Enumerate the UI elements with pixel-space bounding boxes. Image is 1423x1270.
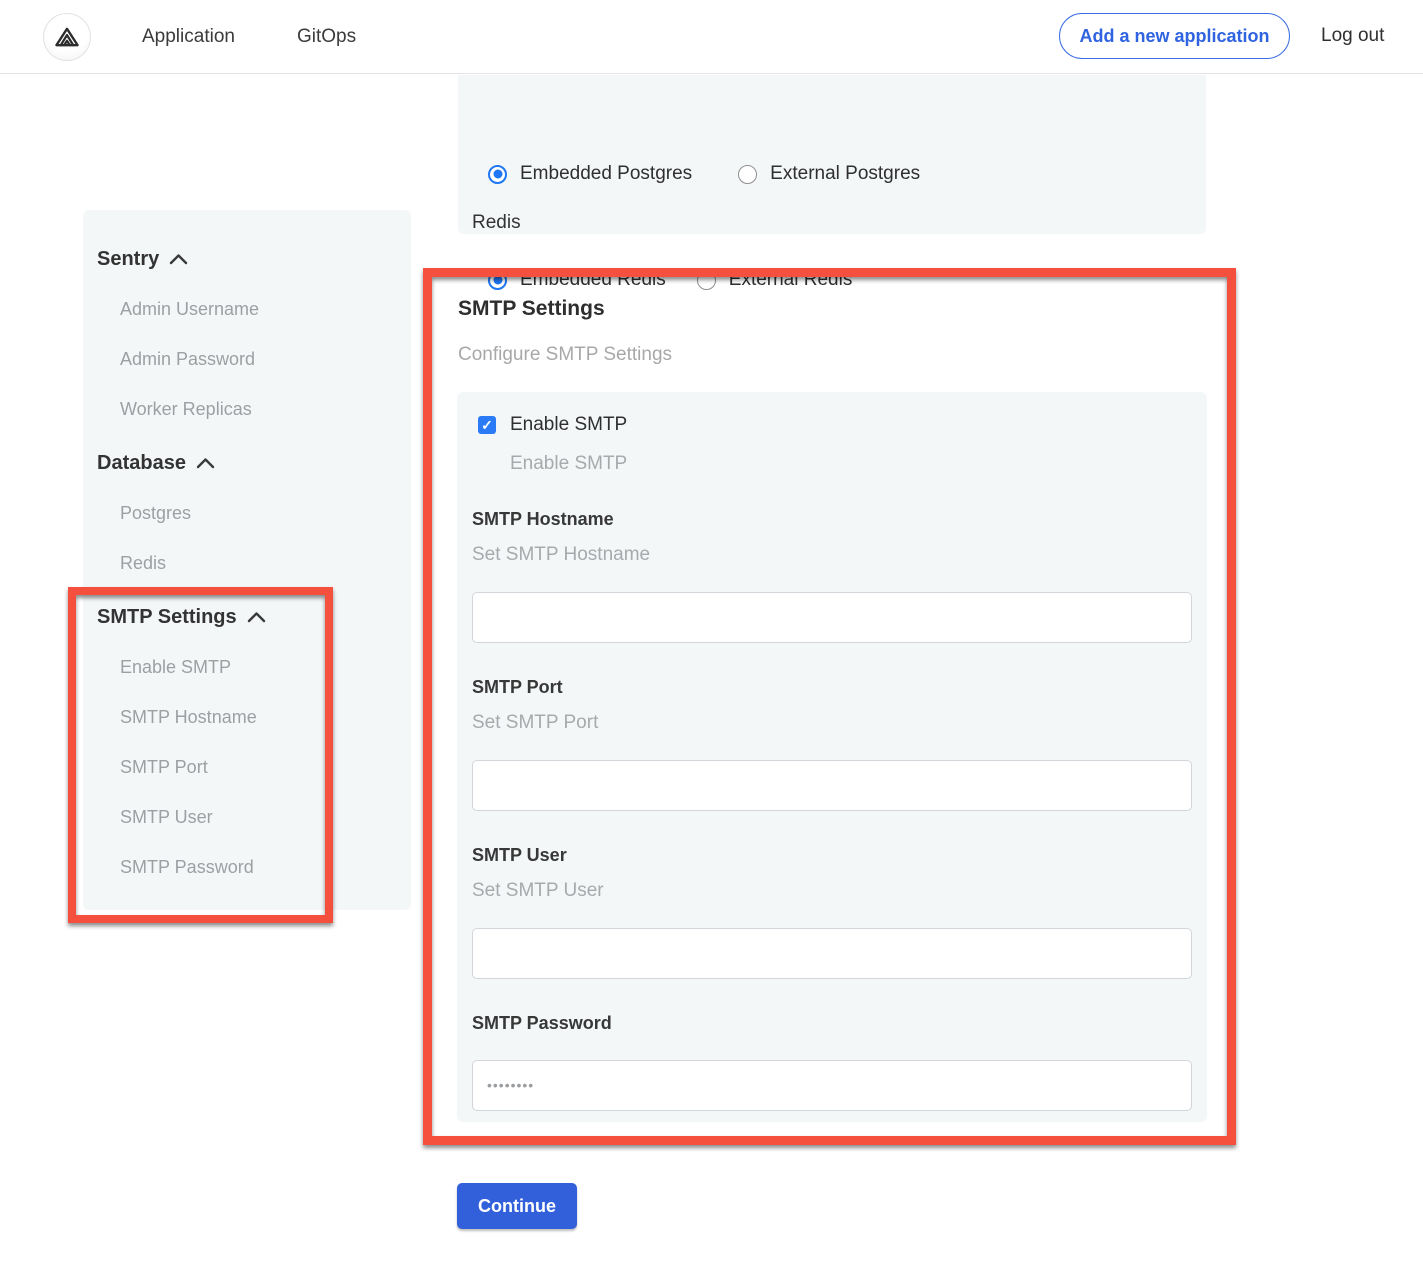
smtp-port-label: SMTP Port: [472, 677, 1192, 698]
sidebar-item-smtp-user[interactable]: SMTP User: [83, 792, 411, 842]
database-config-section: Embedded Postgres External Postgres Redi…: [458, 75, 1206, 234]
continue-button[interactable]: Continue: [457, 1183, 577, 1229]
embedded-redis-label[interactable]: Embedded Redis: [520, 269, 666, 291]
checkmark-icon: ✓: [481, 418, 493, 432]
smtp-user-help-text: Set SMTP User: [472, 880, 1192, 902]
config-sidebar: Sentry Admin Username Admin Password Wor…: [83, 210, 411, 910]
sidebar-group-database-label: Database: [97, 452, 186, 475]
sidebar-item-worker-replicas[interactable]: Worker Replicas: [83, 384, 411, 434]
smtp-user-label: SMTP User: [472, 845, 1192, 866]
page-canvas: Application GitOps Add a new application…: [0, 0, 1423, 1270]
sidebar-item-smtp-password[interactable]: SMTP Password: [83, 842, 411, 892]
sidebar-item-smtp-hostname[interactable]: SMTP Hostname: [83, 692, 411, 742]
smtp-form-panel: ✓ Enable SMTP Enable SMTP SMTP Hostname …: [457, 392, 1207, 1122]
smtp-port-field: SMTP Port Set SMTP Port: [472, 677, 1192, 811]
smtp-password-input[interactable]: [472, 1060, 1192, 1111]
smtp-section-title: SMTP Settings: [458, 297, 605, 321]
enable-smtp-checkbox-row: ✓ Enable SMTP: [478, 414, 1192, 436]
smtp-hostname-input[interactable]: [472, 592, 1192, 643]
smtp-port-help-text: Set SMTP Port: [472, 712, 1192, 734]
sidebar-item-postgres[interactable]: Postgres: [83, 488, 411, 538]
nav-item-application[interactable]: Application: [142, 26, 235, 48]
sidebar-item-admin-username[interactable]: Admin Username: [83, 284, 411, 334]
smtp-hostname-help-text: Set SMTP Hostname: [472, 544, 1192, 566]
sidebar-group-sentry-label: Sentry: [97, 248, 159, 271]
smtp-user-input[interactable]: [472, 928, 1192, 979]
smtp-password-label: SMTP Password: [472, 1013, 1192, 1034]
sidebar-item-smtp-port[interactable]: SMTP Port: [83, 742, 411, 792]
chevron-up-icon: [169, 253, 188, 265]
embedded-postgres-label[interactable]: Embedded Postgres: [520, 163, 692, 185]
external-postgres-label[interactable]: External Postgres: [770, 163, 920, 185]
external-postgres-radio[interactable]: [738, 165, 757, 184]
sidebar-group-sentry[interactable]: Sentry: [83, 234, 411, 284]
sidebar-item-enable-smtp[interactable]: Enable SMTP: [83, 642, 411, 692]
smtp-port-input[interactable]: [472, 760, 1192, 811]
embedded-redis-radio[interactable]: [488, 271, 507, 290]
sidebar-item-admin-password[interactable]: Admin Password: [83, 334, 411, 384]
enable-smtp-checkbox[interactable]: ✓: [478, 416, 496, 434]
postgres-radio-group: Embedded Postgres External Postgres: [488, 163, 920, 185]
chevron-up-icon: [196, 457, 215, 469]
sidebar-group-database[interactable]: Database: [83, 438, 411, 488]
logout-button[interactable]: Log out: [1321, 25, 1384, 47]
redis-radio-group: Embedded Redis External Redis: [488, 269, 852, 291]
smtp-hostname-field: SMTP Hostname Set SMTP Hostname: [472, 509, 1192, 643]
smtp-user-field: SMTP User Set SMTP User: [472, 845, 1192, 979]
external-redis-label[interactable]: External Redis: [729, 269, 853, 291]
smtp-password-field: SMTP Password: [472, 1013, 1192, 1111]
embedded-postgres-radio[interactable]: [488, 165, 507, 184]
sentry-logo-icon[interactable]: [43, 13, 91, 61]
chevron-up-icon: [247, 611, 266, 623]
top-navbar: Application GitOps Add a new application…: [0, 0, 1423, 74]
enable-smtp-checkbox-label[interactable]: Enable SMTP: [510, 414, 627, 436]
redis-group-label: Redis: [472, 212, 521, 234]
sidebar-group-smtp-settings-label: SMTP Settings: [97, 606, 237, 629]
smtp-section-subtitle: Configure SMTP Settings: [458, 344, 672, 366]
external-redis-radio[interactable]: [697, 271, 716, 290]
add-new-application-button[interactable]: Add a new application: [1059, 13, 1290, 59]
nav-item-gitops[interactable]: GitOps: [297, 26, 356, 48]
sidebar-group-smtp-settings[interactable]: SMTP Settings: [83, 592, 411, 642]
enable-smtp-help-text: Enable SMTP: [510, 453, 1192, 475]
sidebar-item-redis[interactable]: Redis: [83, 538, 411, 588]
smtp-hostname-label: SMTP Hostname: [472, 509, 1192, 530]
